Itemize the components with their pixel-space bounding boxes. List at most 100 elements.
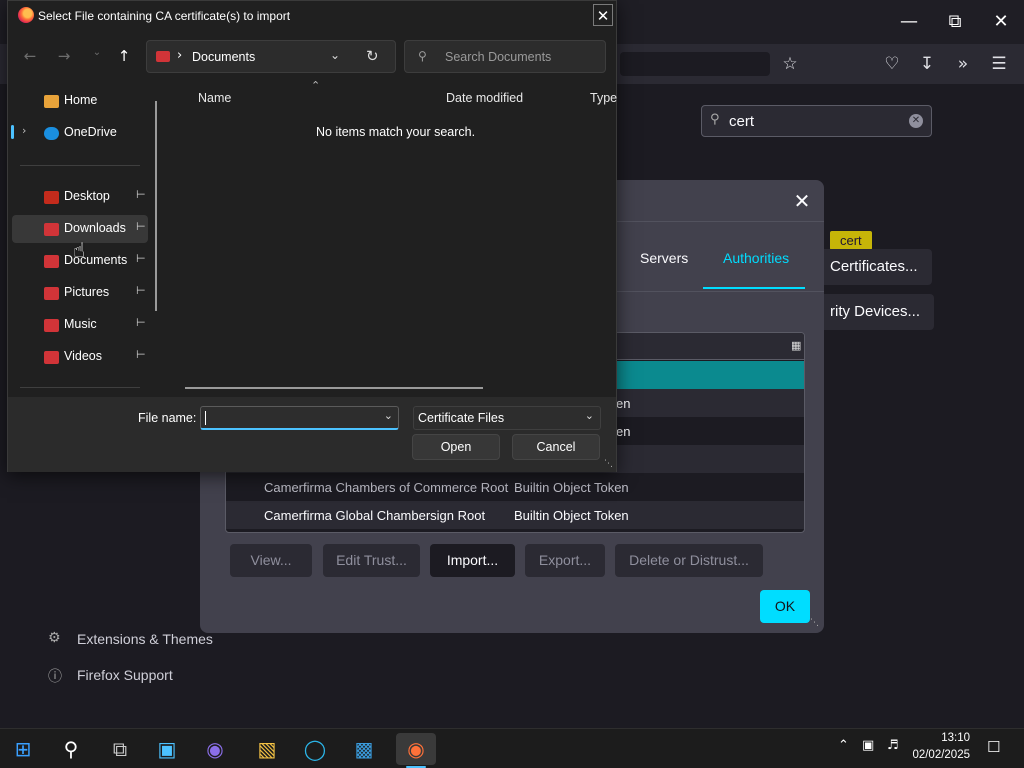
open-button[interactable]: Open [412, 434, 500, 460]
clear-search-icon[interactable]: ✕ [909, 114, 923, 128]
up-arrow-icon[interactable]: ↑ [113, 47, 135, 67]
sidebar-item-label: Videos [64, 349, 102, 363]
folder-icon [156, 51, 170, 62]
hamburger-menu-icon[interactable]: ☰ [987, 52, 1011, 76]
file-name-input[interactable]: ⌄ [200, 406, 399, 430]
view-certificates-button[interactable]: Certificates... [816, 249, 932, 285]
firefox-support-link[interactable]: Firefox Support [77, 667, 173, 683]
downloads-icon[interactable]: ↧ [915, 52, 939, 76]
resize-grip-icon[interactable]: ⋱ [810, 618, 819, 628]
address-bar[interactable]: › Documents ⌄ ↻ [146, 40, 396, 73]
import-button[interactable]: Import... [430, 544, 515, 577]
chevron-down-icon[interactable]: ⌄ [384, 409, 393, 422]
pin-icon[interactable]: ⊢ [136, 316, 146, 329]
file-list-scrollbar[interactable] [185, 387, 483, 389]
column-picker-icon[interactable]: ▦ [791, 339, 801, 352]
back-arrow-icon[interactable]: ← [19, 47, 41, 67]
pin-icon[interactable]: ⊢ [136, 188, 146, 201]
dialog-footer: File name: ⌄ Certificate Files ⌄ Open Ca… [8, 397, 616, 472]
edit-trust-button[interactable]: Edit Trust... [323, 544, 420, 577]
network-icon[interactable]: ▣ [862, 738, 874, 753]
resize-grip-icon[interactable]: ⋱ [604, 459, 613, 469]
extensions-themes-link[interactable]: Extensions & Themes [77, 631, 213, 647]
close-icon[interactable]: ✕ [790, 189, 814, 213]
sort-caret-icon: ⌃ [311, 79, 321, 92]
selection-indicator [11, 125, 14, 139]
column-header-date-modified[interactable]: Date modified [446, 91, 523, 105]
table-row[interactable]: Camerfirma Chambers of Commerce Root Bui… [226, 473, 804, 501]
nav-divider [20, 387, 140, 388]
widgets-icon[interactable]: ▣ [151, 733, 183, 765]
sidebar-item-desktop[interactable]: Desktop ⊢ [12, 183, 148, 211]
clock-time[interactable]: 13:10 [912, 732, 970, 744]
forward-arrow-icon[interactable]: → [53, 47, 75, 67]
preferences-search-value: cert [729, 113, 755, 130]
column-header-type[interactable]: Type [590, 91, 617, 105]
column-header-name[interactable]: Name [198, 91, 231, 105]
store-icon[interactable]: ▩ [348, 733, 380, 765]
cancel-button[interactable]: Cancel [512, 434, 600, 460]
address-path[interactable]: Documents [192, 50, 255, 64]
windows-start-icon[interactable]: ⊞ [7, 733, 39, 765]
tab-servers[interactable]: Servers [640, 250, 688, 266]
notifications-icon[interactable]: ☐ [987, 738, 1000, 756]
delete-distrust-button[interactable]: Delete or Distrust... [615, 544, 763, 577]
sidebar-item-videos[interactable]: Videos ⊢ [12, 343, 148, 371]
sidebar-item-onedrive[interactable]: › OneDrive [12, 119, 148, 147]
clock-date[interactable]: 02/02/2025 [900, 749, 970, 761]
close-icon[interactable]: ✕ [593, 4, 613, 26]
nav-scrollbar[interactable] [155, 101, 157, 311]
pin-icon[interactable]: ⊢ [136, 252, 146, 265]
volume-muted-icon[interactable]: ♬ [887, 738, 899, 753]
search-icon[interactable]: ⚲ [55, 733, 87, 765]
file-type-select[interactable]: Certificate Files ⌄ [413, 406, 601, 430]
table-row[interactable]: Camerfirma Global Chambersign Root Built… [226, 501, 804, 529]
bookmark-star-icon[interactable]: ☆ [778, 52, 802, 76]
chevron-up-icon[interactable]: ⌃ [838, 738, 849, 753]
search-input[interactable]: ⚲ Search Documents [404, 40, 606, 73]
minimize-icon[interactable]: — [895, 8, 923, 36]
firefox-taskbar-icon[interactable]: ◉ [396, 733, 436, 765]
task-view-icon[interactable]: ⧉ [104, 733, 136, 765]
edge-browser-icon[interactable]: ◯ [299, 733, 331, 765]
sidebar-item-label: Downloads [64, 221, 126, 235]
search-highlight-tag: cert [830, 231, 872, 250]
restore-icon[interactable]: ⧉ [941, 8, 969, 36]
chevron-right-icon: › [177, 48, 183, 63]
export-button[interactable]: Export... [525, 544, 605, 577]
chevron-right-icon[interactable]: › [22, 124, 26, 137]
tab-authorities[interactable]: Authorities [723, 250, 789, 266]
url-bar-fragment[interactable] [620, 52, 770, 76]
cloud-icon [44, 127, 59, 140]
pin-icon[interactable]: ⊢ [136, 220, 146, 233]
sidebar-item-label: Pictures [64, 285, 110, 299]
sidebar-item-music[interactable]: Music ⊢ [12, 311, 148, 339]
chevron-down-icon[interactable]: ⌄ [330, 48, 340, 62]
sidebar-item-home[interactable]: Home [12, 87, 148, 115]
downloads-folder-icon [44, 223, 59, 236]
pictures-folder-icon [44, 287, 59, 300]
pin-icon[interactable]: ⊢ [136, 284, 146, 297]
recent-locations-icon[interactable]: ⌄ [86, 47, 108, 67]
ok-button[interactable]: OK [760, 590, 810, 623]
sidebar-item-pictures[interactable]: Pictures ⊢ [12, 279, 148, 307]
taskbar: ⊞ ⚲ ⧉ ▣ ◉ ▧ ◯ ▩ ◉ ⌃ ▣ ♬ 13:10 02/02/2025… [0, 728, 1024, 768]
pin-icon[interactable]: ⊢ [136, 348, 146, 361]
close-window-icon[interactable]: ✕ [987, 8, 1015, 36]
empty-results-message: No items match your search. [316, 125, 476, 139]
security-devices-button[interactable]: rity Devices... [816, 294, 935, 330]
preferences-search-input[interactable]: ⚲ cert ✕ [701, 105, 932, 137]
pocket-icon[interactable]: ♡ [880, 52, 904, 76]
overflow-chevrons-icon[interactable]: » [951, 52, 975, 76]
sidebar-item-label: Desktop [64, 189, 110, 203]
file-explorer-icon[interactable]: ▧ [251, 733, 283, 765]
cert-token: Builtin Object Token [514, 508, 629, 523]
sidebar-item-label: OneDrive [64, 125, 117, 139]
chevron-down-icon: ⌄ [584, 409, 594, 422]
desktop-folder-icon [44, 191, 59, 204]
view-button[interactable]: View... [230, 544, 312, 577]
refresh-icon[interactable]: ↻ [366, 47, 379, 65]
search-icon: ⚲ [710, 112, 720, 127]
chat-icon[interactable]: ◉ [199, 733, 231, 765]
cert-token: en [616, 396, 631, 411]
